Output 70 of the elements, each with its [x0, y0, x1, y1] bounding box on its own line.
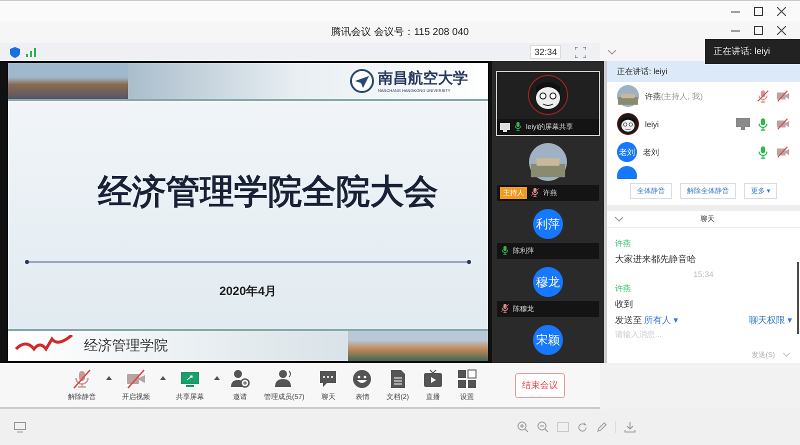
- message-time: 15:34: [693, 270, 714, 279]
- message-sender: 许燕: [615, 283, 632, 294]
- microphone-icon: [756, 117, 770, 131]
- smiley-icon: [352, 368, 372, 388]
- download-icon[interactable]: [624, 421, 636, 433]
- photo-placeholder: [617, 85, 639, 107]
- participant-name: 老刘: [643, 146, 659, 158]
- slide-date: 2020年4月: [219, 283, 277, 300]
- muted-microphone-icon: [756, 89, 770, 103]
- speaking-banner: 正在讲话: leiyi: [607, 61, 800, 82]
- send-to-label: 发送至: [615, 314, 642, 327]
- muted-microphone-icon: [530, 187, 540, 197]
- rotate-icon[interactable]: [576, 422, 588, 432]
- close-icon[interactable]: [777, 6, 786, 16]
- cartoon-avatar: [528, 75, 568, 115]
- participant-row[interactable]: 老刘 老刘: [607, 138, 800, 166]
- muted-microphone-icon: [500, 303, 510, 313]
- message-text: 大家进来都先静音哈: [615, 253, 697, 266]
- participant-role: (主持人, 我): [661, 90, 703, 102]
- caret-icon[interactable]: [160, 376, 166, 380]
- zoom-in-icon[interactable]: [516, 421, 529, 433]
- signal-icon[interactable]: [26, 48, 36, 56]
- window-title: 腾讯会议 会议号：115 208 040: [331, 26, 469, 39]
- camera-icon: [126, 368, 146, 388]
- cartoon-avatar: [617, 113, 639, 135]
- participant-row[interactable]: leiyi: [607, 110, 800, 138]
- recipient-dropdown[interactable]: 所有人 ▾: [644, 314, 678, 327]
- university-logo-icon: [350, 69, 374, 93]
- collapse-icon[interactable]: [615, 216, 623, 222]
- photo-placeholder: [529, 143, 567, 181]
- participant-name: leiyi: [645, 120, 659, 128]
- caret-icon[interactable]: [214, 376, 220, 380]
- avatar-initials: 利萍: [533, 209, 563, 239]
- pencil-icon[interactable]: [596, 422, 607, 432]
- chat-permission-dropdown[interactable]: 聊天权限 ▾: [748, 314, 792, 327]
- school-name: 经济管理学院: [84, 337, 168, 355]
- monitor-icon[interactable]: [14, 422, 26, 432]
- speaking-tooltip: 正在讲话: leiyi: [705, 39, 800, 64]
- message-text: 收到: [615, 298, 634, 311]
- video-tile[interactable]: 宋颖: [496, 321, 600, 356]
- caret-icon[interactable]: [106, 376, 112, 380]
- add-person-icon: [230, 368, 250, 388]
- slide-title: 经济管理学院全院大会: [98, 172, 438, 213]
- microphone-icon: [500, 245, 510, 255]
- microphone-icon: [72, 368, 92, 388]
- zoom-out-icon[interactable]: [536, 421, 549, 433]
- end-meeting-button[interactable]: 结束会议: [515, 372, 566, 398]
- chat-bubble-icon: [318, 368, 338, 388]
- university-name: 南昌航空大学: [378, 69, 468, 88]
- grid-icon: [457, 368, 478, 388]
- camera-off-icon: [776, 145, 790, 159]
- microphone-icon: [513, 121, 523, 131]
- shield-icon[interactable]: [10, 46, 20, 58]
- participant-row[interactable]: 许燕(主持人, 我): [607, 82, 800, 110]
- microphone-icon: [756, 145, 770, 159]
- camera-off-icon: [776, 89, 790, 103]
- participant-name: 许燕: [645, 90, 661, 102]
- chevron-down-icon[interactable]: [608, 50, 616, 54]
- maximize-icon[interactable]: [754, 26, 763, 35]
- avatar-initials: 穆龙: [533, 267, 563, 297]
- avatar-initials: 宋颖: [533, 325, 563, 355]
- message-sender: 许燕: [615, 238, 632, 249]
- maximize-icon[interactable]: [754, 6, 763, 16]
- tv-icon: [423, 368, 444, 388]
- fullscreen-icon[interactable]: [575, 46, 586, 58]
- meeting-timer: 32:34: [530, 45, 561, 59]
- chevron-down-icon[interactable]: [783, 353, 790, 357]
- camera-off-icon: [776, 117, 790, 131]
- close-icon[interactable]: [777, 26, 786, 35]
- avatar-initials: 老刘: [617, 142, 637, 162]
